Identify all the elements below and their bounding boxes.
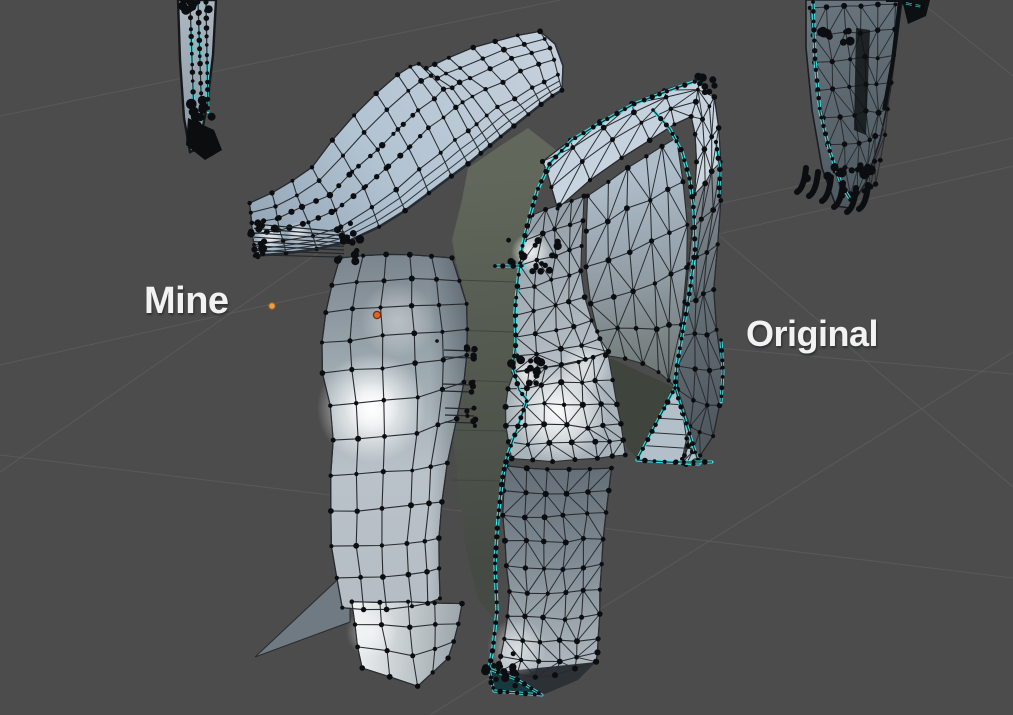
object-origin-dot[interactable] xyxy=(372,310,382,320)
label-original: Original xyxy=(746,313,878,354)
stray-vertex-dot xyxy=(435,339,439,343)
viewport-3d[interactable]: Mine Original xyxy=(0,0,1013,715)
viewport-canvas[interactable]: Mine Original xyxy=(0,0,1013,715)
3d-cursor-dot xyxy=(268,302,276,310)
label-mine: Mine xyxy=(144,280,229,322)
